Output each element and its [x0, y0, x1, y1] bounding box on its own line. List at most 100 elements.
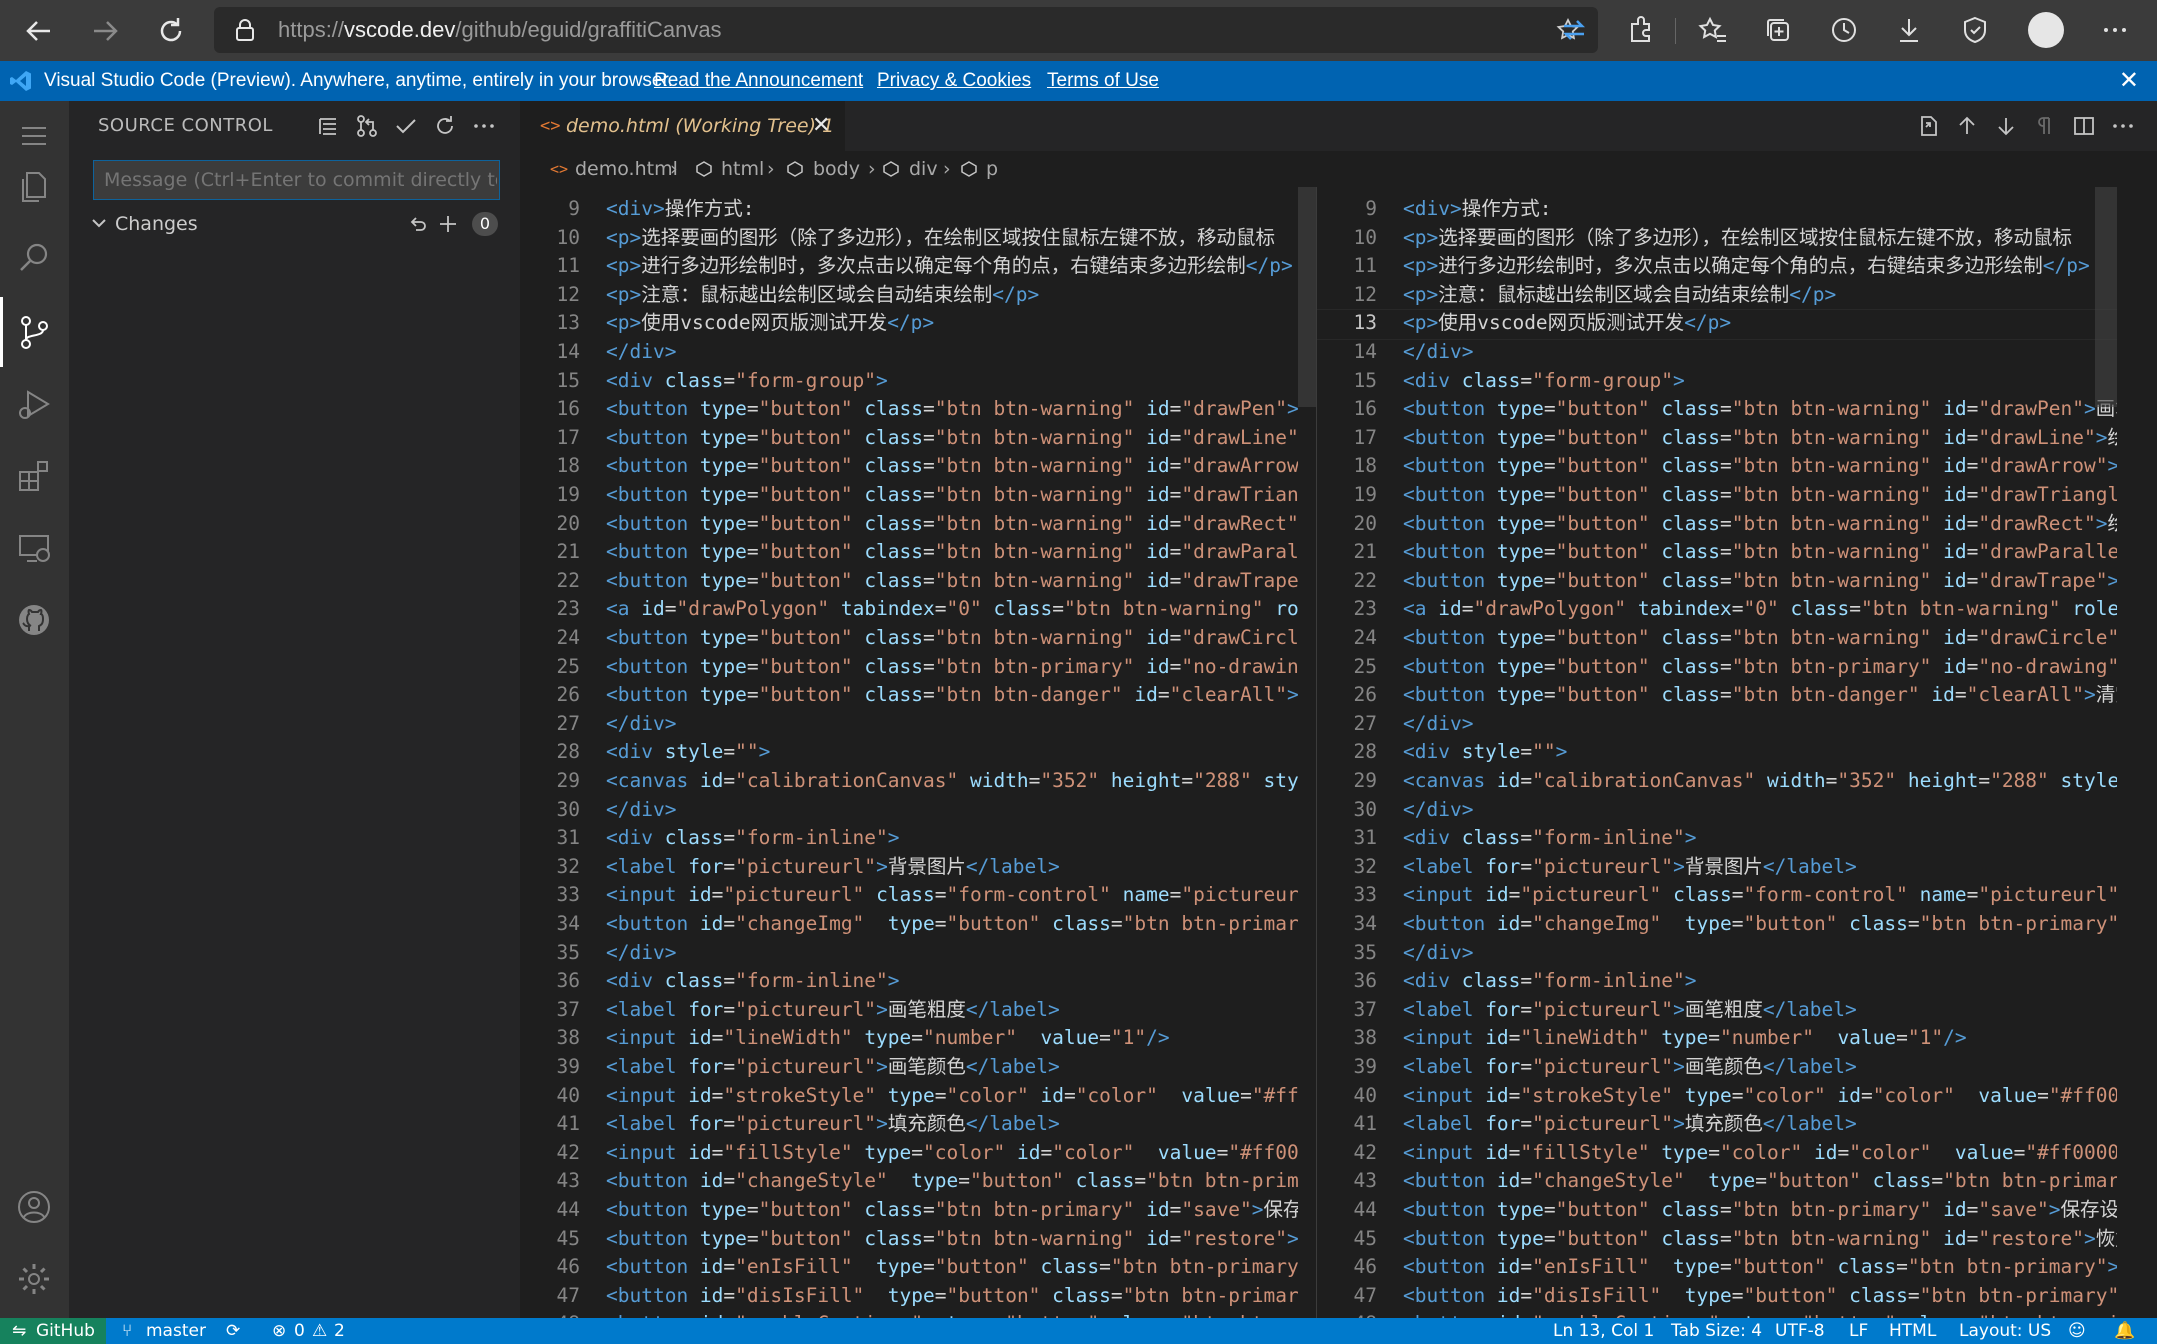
favorites-icon[interactable]	[1697, 14, 1729, 46]
more-actions-icon[interactable]	[2110, 113, 2136, 139]
code-line: <label for="pictureurl">画笔粗度</label>	[1403, 997, 1857, 1021]
code-line: <canvas id="calibrationCanvas" width="35…	[1403, 769, 2117, 792]
code-line: <canvas id="calibrationCanvas" width="35…	[606, 769, 1298, 792]
activity-bar	[0, 101, 69, 1318]
indentation[interactable]: Tab Size: 4	[1671, 1318, 1762, 1344]
extensions-view-icon[interactable]	[13, 455, 55, 497]
close-banner-icon[interactable]: ✕	[2119, 61, 2139, 101]
announcement-link[interactable]: Read the Announcement	[654, 61, 863, 101]
active-view-indicator	[0, 297, 3, 367]
chevron-right-icon: ›	[767, 158, 775, 180]
create-pull-request-icon[interactable]	[354, 113, 380, 139]
line-number: 22	[1353, 568, 1377, 592]
browser-essentials-icon[interactable]	[1959, 14, 1991, 46]
more-options-icon[interactable]	[2099, 14, 2131, 46]
encoding[interactable]: UTF-8	[1775, 1318, 1825, 1344]
extensions-icon[interactable]	[1624, 14, 1656, 46]
open-file-icon[interactable]	[1915, 113, 1941, 139]
line-number: 25	[556, 654, 580, 678]
error-icon[interactable]: ⊗	[272, 1318, 286, 1344]
menu-icon[interactable]	[13, 115, 55, 157]
branch-icon[interactable]: ⑂	[122, 1318, 132, 1344]
forward-button[interactable]	[86, 12, 124, 50]
code-line: <p>进行多边形绘制时，多次点击以确定每个角的点，右键结束多边形绘制</p>	[1403, 254, 2090, 278]
breadcrumb-item[interactable]: p	[986, 151, 998, 187]
breadcrumb-item[interactable]: body	[813, 151, 860, 187]
code-line: </div>	[1403, 940, 1474, 964]
branch-name[interactable]: master	[146, 1318, 206, 1344]
changes-group-header[interactable]: Changes 0	[69, 209, 520, 239]
line-number: 42	[1353, 1140, 1377, 1164]
source-control-icon[interactable]	[13, 311, 55, 353]
commit-message-input[interactable]	[93, 160, 500, 200]
commit-checkmark-icon[interactable]	[393, 113, 419, 139]
scrollbar-thumb[interactable]	[2095, 187, 2117, 407]
line-number: 45	[1353, 1226, 1377, 1250]
line-number: 13	[556, 311, 580, 335]
code-line: <button type="button" class="btn btn-dan…	[606, 683, 1298, 707]
code-line: <button type="button" class="btn btn-war…	[606, 540, 1298, 564]
code-line: <div>操作方式:	[606, 197, 755, 220]
error-count[interactable]: 0	[294, 1318, 305, 1344]
notifications-bell-icon[interactable]: 🔔	[2114, 1318, 2135, 1344]
code-line: <button type="button" class="btn btn-war…	[606, 1226, 1298, 1250]
explorer-icon[interactable]	[13, 165, 55, 207]
download-icon[interactable]	[1893, 14, 1925, 46]
run-debug-icon[interactable]	[13, 383, 55, 425]
refresh-icon[interactable]	[432, 113, 458, 139]
view-as-tree-icon[interactable]	[315, 113, 341, 139]
split-editor-icon[interactable]	[2071, 113, 2097, 139]
keyboard-layout[interactable]: Layout: US	[1959, 1318, 2051, 1344]
line-number: 45	[556, 1226, 580, 1250]
language-mode[interactable]: HTML	[1889, 1318, 1936, 1344]
code-line: </div>	[1403, 797, 1474, 821]
breadcrumb-item[interactable]: html	[721, 151, 764, 187]
end-of-line[interactable]: LF	[1849, 1318, 1868, 1344]
more-actions-icon[interactable]	[471, 113, 497, 139]
line-number: 36	[1353, 969, 1377, 993]
diff-original-pane[interactable]: 9 <div>操作方式: 10 <p>选择要画的图形（除了多边形），在绘制区域按住鼠标…	[520, 187, 1298, 1318]
breadcrumb-item[interactable]: demo.html	[575, 151, 678, 187]
code-line: <label for="pictureurl">画笔颜色</label>	[606, 1055, 1060, 1078]
profile-avatar[interactable]	[2028, 12, 2064, 48]
accounts-icon[interactable]	[13, 1186, 55, 1228]
next-change-icon[interactable]	[1993, 113, 2019, 139]
history-icon[interactable]	[1828, 14, 1860, 46]
warning-count[interactable]: 2	[334, 1318, 345, 1344]
sync-icon[interactable]: ⟳	[226, 1318, 240, 1344]
line-number: 19	[556, 483, 580, 506]
github-icon[interactable]	[13, 599, 55, 641]
diff-modified-pane[interactable]: 9 <div>操作方式: 10 <p>选择要画的图形（除了多边形），在绘制区域按住鼠标…	[1317, 187, 2117, 1318]
symbol-element-icon	[787, 161, 803, 177]
discard-all-changes-icon[interactable]	[407, 213, 429, 235]
breadcrumb-item[interactable]: div	[909, 151, 938, 187]
remote-explorer-icon[interactable]	[13, 527, 55, 569]
refresh-button[interactable]	[152, 12, 190, 50]
line-number: 48	[520, 1310, 580, 1318]
line-number: 26	[1353, 683, 1377, 707]
refresh-icon	[160, 18, 182, 42]
collections-icon[interactable]	[1762, 14, 1794, 46]
stage-all-changes-icon[interactable]	[437, 213, 459, 235]
address-bar[interactable]: https://vscode.dev/github/eguid/graffiti…	[214, 7, 1598, 53]
search-icon[interactable]	[13, 237, 55, 279]
feedback-icon[interactable]: ☺	[2068, 1318, 2086, 1344]
warning-icon[interactable]: ⚠	[312, 1318, 327, 1344]
settings-gear-icon[interactable]	[13, 1258, 55, 1300]
line-number: 16	[1353, 397, 1377, 421]
remote-indicator[interactable]: ⇋ GitHub	[0, 1318, 106, 1344]
sync-icon[interactable]	[1558, 14, 1590, 46]
line-number: 33	[556, 883, 580, 907]
code-line: <button id="disIsFill" type="button" cla…	[1403, 1283, 2117, 1307]
tab-demo-html[interactable]: <> demo.html (Working Tree) 1 ✕	[520, 101, 845, 151]
back-button[interactable]	[20, 12, 58, 50]
previous-change-icon[interactable]	[1954, 113, 1980, 139]
terms-link[interactable]: Terms of Use	[1047, 61, 1159, 101]
scrollbar-thumb[interactable]	[1298, 187, 1316, 407]
close-tab-icon[interactable]: ✕	[812, 101, 830, 151]
privacy-link[interactable]: Privacy & Cookies	[877, 61, 1031, 101]
code-line: <button type="button" class="btn btn-war…	[606, 626, 1298, 649]
cursor-position[interactable]: Ln 13, Col 1	[1553, 1318, 1654, 1344]
pane-sash[interactable]	[1298, 187, 1316, 1318]
pilcrow-icon[interactable]	[2032, 113, 2058, 139]
